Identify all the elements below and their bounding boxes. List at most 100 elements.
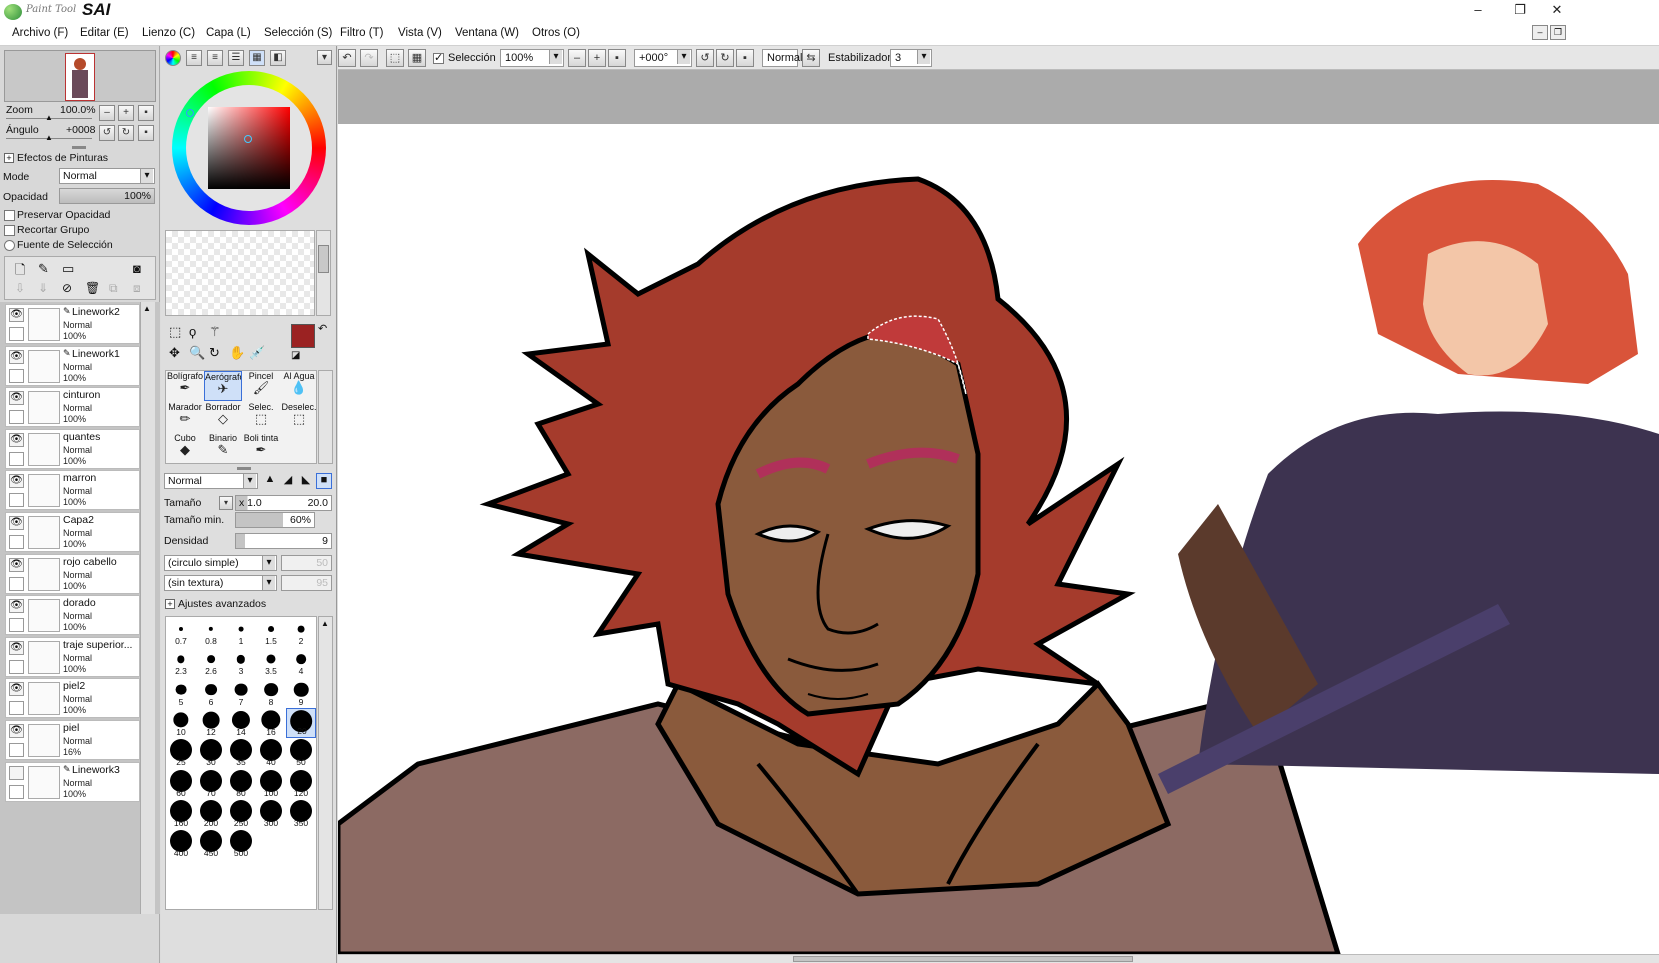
canvas-area[interactable] (338, 70, 1659, 963)
brush-size-cell[interactable]: 450 (196, 829, 226, 859)
flatten-icon[interactable]: ⧈ (133, 281, 141, 296)
brush-size-slider[interactable]: x 1.0 20.0 (235, 495, 332, 511)
color-panel-menu[interactable]: ▾ (317, 50, 332, 65)
new-folder-icon[interactable]: ▭ (62, 261, 74, 277)
brush-size-cell[interactable]: 20 (286, 707, 316, 738)
scratchpad-button[interactable]: ◧ (270, 50, 286, 66)
hsv-slider-button[interactable]: ≡ (207, 50, 223, 66)
color-wheel-mode-button[interactable] (165, 50, 181, 66)
stabilizer-select[interactable]: 3 (890, 49, 932, 67)
brush-texture-select[interactable]: (sin textura) (164, 575, 277, 591)
flip-horizontal-button[interactable]: ⇆ (802, 49, 820, 67)
zoom-select[interactable]: 100% (500, 49, 564, 67)
visibility-eye-icon[interactable]: 👁 (9, 474, 24, 489)
layer-row[interactable]: 👁 Linework1 Normal 100% ✎ (5, 345, 140, 386)
toolbar-rotate-reset-button[interactable]: ▪ (736, 49, 754, 67)
menu-editar[interactable]: Editar (E) (80, 27, 129, 39)
brush-size-cell[interactable]: 2.6 (196, 647, 226, 677)
brush-size-cell[interactable]: 40 (256, 738, 286, 768)
brush-size-cell[interactable]: 30 (196, 738, 226, 768)
artwork-drawing[interactable] (338, 124, 1659, 954)
brush-size-cell[interactable]: 5 (166, 678, 196, 708)
brush-size-cell[interactable]: 10 (166, 708, 196, 738)
new-layer-icon[interactable]: 🗋 (15, 261, 25, 283)
toolbar-rotate-left-button[interactable]: ↺ (696, 49, 714, 67)
layer-lock-checkbox[interactable] (9, 327, 24, 341)
merge-visible-icon[interactable]: ⧉ (109, 281, 118, 296)
brush-size-cell[interactable]: 120 (286, 769, 316, 799)
edge-hard-icon[interactable]: ▲ (262, 473, 278, 489)
brush-size-cell[interactable]: 3.5 (256, 647, 286, 677)
panel-grip[interactable] (72, 146, 86, 149)
layer-row[interactable]: Linework3 Normal 100% ✎ (5, 761, 140, 802)
rotate-left-button[interactable]: ↺ (99, 125, 115, 141)
layer-row[interactable]: 👁 dorado Normal 100% (5, 595, 140, 636)
mixer-button[interactable]: ☰ (228, 50, 244, 66)
lasso-icon[interactable]: ϙ (189, 324, 196, 339)
brush-size-cell[interactable]: 60 (166, 769, 196, 799)
layer-lock-checkbox[interactable] (9, 410, 24, 425)
layer-mask-icon[interactable]: ◙ (133, 261, 141, 276)
tool-borrador[interactable]: Borrador ◇ (204, 402, 242, 432)
menu-otros[interactable]: Otros (O) (532, 27, 580, 39)
layer-lock-checkbox[interactable] (9, 659, 24, 674)
rotation-select[interactable]: +000° (634, 49, 692, 67)
brush-size-cell[interactable]: 200 (196, 799, 226, 829)
brush-shape-strength[interactable]: 50 (281, 555, 332, 571)
brush-size-cell[interactable]: 14 (226, 708, 256, 738)
expand-icon[interactable]: + (4, 153, 14, 163)
edge-medium-icon[interactable]: ◢ (280, 473, 296, 489)
transparent-color-icon[interactable]: ◪ (291, 350, 300, 361)
clear-layer-icon[interactable]: ⊘ (62, 281, 72, 295)
rotate-reset-button[interactable]: ▪ (138, 125, 154, 141)
advanced-settings-label[interactable]: Ajustes avanzados (178, 598, 266, 610)
hue-cursor[interactable] (186, 109, 194, 117)
tool-al-agua[interactable]: Al Agua 💧 (280, 371, 318, 401)
menu-capa[interactable]: Capa (L) (206, 27, 251, 39)
hand-icon[interactable]: ✋ (229, 345, 245, 361)
visibility-eye-icon[interactable] (9, 765, 24, 780)
hue-ring[interactable] (172, 71, 326, 225)
tool-deselec-[interactable]: Deselec. ⬚ (280, 402, 318, 432)
mdi-minimize-button[interactable]: – (1532, 25, 1548, 40)
merge-down-icon[interactable]: ⇓ (38, 281, 48, 295)
toolbar-zoom-reset-button[interactable]: ▪ (608, 49, 626, 67)
rotate-icon[interactable]: ↻ (209, 345, 220, 361)
brush-size-cell[interactable]: 160 (166, 799, 196, 829)
brush-size-cell[interactable]: 350 (286, 799, 316, 829)
layer-row[interactable]: 👁 piel2 Normal 100% (5, 678, 140, 719)
deselect-button[interactable]: ⬚ (386, 49, 404, 67)
brush-shape-select[interactable]: (circulo simple) (164, 555, 277, 571)
menu-filtro[interactable]: Filtro (T) (340, 27, 383, 39)
brush-size-cell[interactable]: 35 (226, 738, 256, 768)
restore-button[interactable]: ❐ (1500, 0, 1540, 22)
swatch-scroll-thumb[interactable] (318, 245, 329, 273)
rgb-slider-button[interactable]: ≡ (186, 50, 202, 66)
visibility-eye-icon[interactable]: 👁 (9, 640, 24, 655)
brush-size-cell[interactable]: 1.5 (256, 617, 286, 647)
undo-button[interactable]: ↶ (338, 49, 356, 67)
edge-soft-icon[interactable]: ◣ (298, 473, 314, 489)
marquee-icon[interactable]: ⬚ (169, 324, 181, 340)
brush-size-cell[interactable]: 12 (196, 708, 226, 738)
zoom-in-button[interactable]: + (118, 105, 134, 121)
brush-size-cell[interactable]: 2 (286, 617, 316, 647)
visibility-eye-icon[interactable]: 👁 (9, 308, 24, 322)
brush-blend-select[interactable]: Normal (164, 473, 258, 489)
saturation-value-square[interactable] (208, 107, 290, 189)
canvas-h-scrollbar[interactable] (338, 954, 1659, 963)
brush-size-cell[interactable]: 500 (226, 829, 256, 859)
brush-texture-strength[interactable]: 95 (281, 575, 332, 591)
visibility-eye-icon[interactable]: 👁 (9, 432, 24, 447)
visibility-eye-icon[interactable]: 👁 (9, 391, 24, 406)
delete-layer-icon[interactable]: 🗑 (85, 281, 100, 295)
toolbar-zoom-in-button[interactable]: + (588, 49, 606, 67)
brush-size-cell[interactable]: 300 (256, 799, 286, 829)
mdi-restore-button[interactable]: ❐ (1550, 25, 1566, 40)
layer-lock-checkbox[interactable] (9, 451, 24, 466)
layer-mode-select[interactable]: Normal (59, 168, 155, 184)
brush-grid-scrollbar[interactable]: ▲ (318, 616, 333, 910)
visibility-eye-icon[interactable]: 👁 (9, 557, 24, 572)
brush-scroll-up-icon[interactable]: ▲ (321, 619, 329, 628)
layer-row[interactable]: 👁 cinturon Normal 100% (5, 387, 140, 428)
